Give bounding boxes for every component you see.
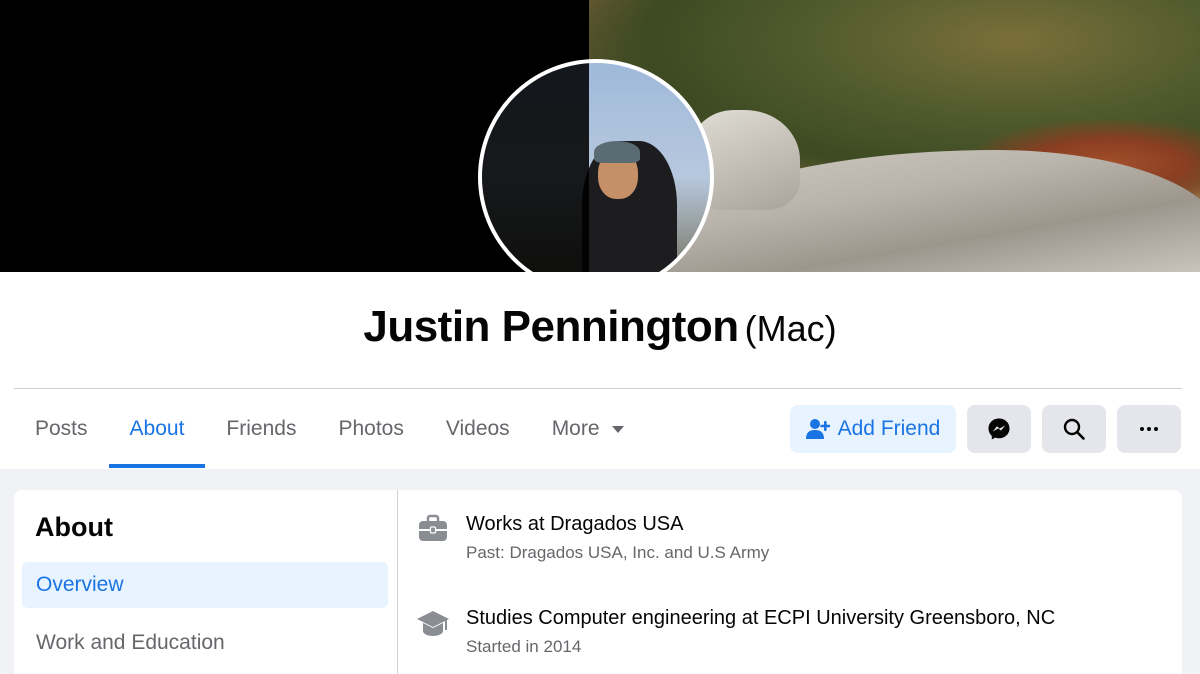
tab-friends[interactable]: Friends	[205, 390, 317, 468]
tab-more[interactable]: More	[531, 390, 645, 468]
work-main-text: Works at Dragados USA	[466, 513, 684, 535]
tab-photos[interactable]: Photos	[317, 390, 424, 468]
caret-down-icon	[611, 425, 624, 433]
tab-about[interactable]: About	[108, 390, 206, 468]
ellipsis-icon	[1140, 427, 1158, 431]
profile-tabs: Posts About Friends Photos Videos More	[14, 390, 645, 468]
profile-actions: Add Friend	[790, 405, 1181, 453]
add-friend-button[interactable]: Add Friend	[790, 405, 956, 453]
briefcase-icon	[419, 514, 447, 541]
tab-more-label: More	[551, 417, 600, 440]
messenger-icon	[988, 418, 1010, 440]
search-icon	[1063, 418, 1085, 440]
about-title: About	[35, 512, 113, 542]
more-options-button[interactable]	[1117, 405, 1181, 453]
message-button[interactable]	[967, 405, 1031, 453]
education-sub-text: Started in 2014	[466, 637, 582, 656]
about-nav-work-education[interactable]: Work and Education	[22, 620, 388, 666]
graduation-cap-icon	[417, 611, 449, 636]
work-item: Works at Dragados USA Past: Dragados USA…	[416, 512, 769, 563]
profile-header: Justin Pennington (Mac) Posts About Frien…	[0, 272, 1200, 469]
about-content: Works at Dragados USA Past: Dragados USA…	[397, 490, 1182, 674]
add-person-icon	[805, 419, 830, 439]
about-sidebar: About Overview Work and Education	[14, 490, 397, 674]
tab-videos[interactable]: Videos	[425, 390, 531, 468]
header-divider	[14, 388, 1182, 389]
work-sub-text: Past: Dragados USA, Inc. and U.S Army	[466, 543, 770, 562]
profile-name: Justin Pennington	[363, 302, 739, 351]
education-main-text: Studies Computer engineering at ECPI Uni…	[466, 607, 1056, 629]
about-nav-overview[interactable]: Overview	[22, 562, 388, 608]
profile-name-row: Justin Pennington (Mac)	[0, 302, 1200, 352]
add-friend-label: Add Friend	[837, 417, 941, 440]
tab-posts[interactable]: Posts	[14, 390, 109, 468]
profile-alternate-name: (Mac)	[744, 308, 837, 349]
profile-picture[interactable]	[478, 59, 714, 295]
search-button[interactable]	[1042, 405, 1106, 453]
education-item: Studies Computer engineering at ECPI Uni…	[416, 606, 1055, 657]
